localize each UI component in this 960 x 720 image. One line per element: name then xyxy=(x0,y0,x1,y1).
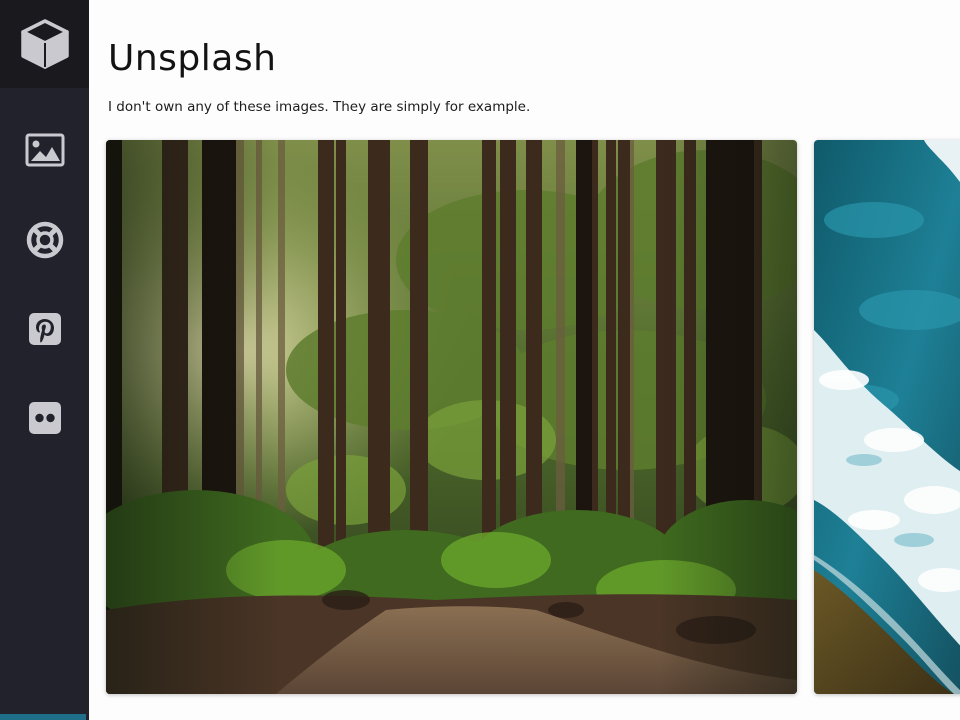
flickr-icon xyxy=(28,402,61,434)
logo[interactable] xyxy=(0,0,89,88)
sidebar-accent-bar xyxy=(0,714,86,720)
main-content: Unsplash I don't own any of these images… xyxy=(89,0,960,720)
pinterest-icon xyxy=(28,313,61,345)
sidebar xyxy=(0,0,89,720)
image-icon xyxy=(25,133,64,167)
page-subtitle: I don't own any of these images. They ar… xyxy=(108,99,531,115)
sidebar-item-pinterest[interactable] xyxy=(0,299,89,359)
lifebuoy-icon xyxy=(26,221,63,259)
gallery-image-ocean[interactable] xyxy=(814,140,960,694)
gallery-image-forest[interactable] xyxy=(106,140,797,694)
forest-path-photo xyxy=(106,140,797,694)
page-title: Unsplash xyxy=(108,38,277,79)
sidebar-item-support[interactable] xyxy=(0,210,89,270)
sidebar-item-images[interactable] xyxy=(0,120,89,180)
app-window: Unsplash I don't own any of these images… xyxy=(0,0,960,720)
ocean-waves-photo xyxy=(814,140,960,694)
cube-icon xyxy=(20,19,69,69)
sidebar-item-flickr[interactable] xyxy=(0,388,89,448)
